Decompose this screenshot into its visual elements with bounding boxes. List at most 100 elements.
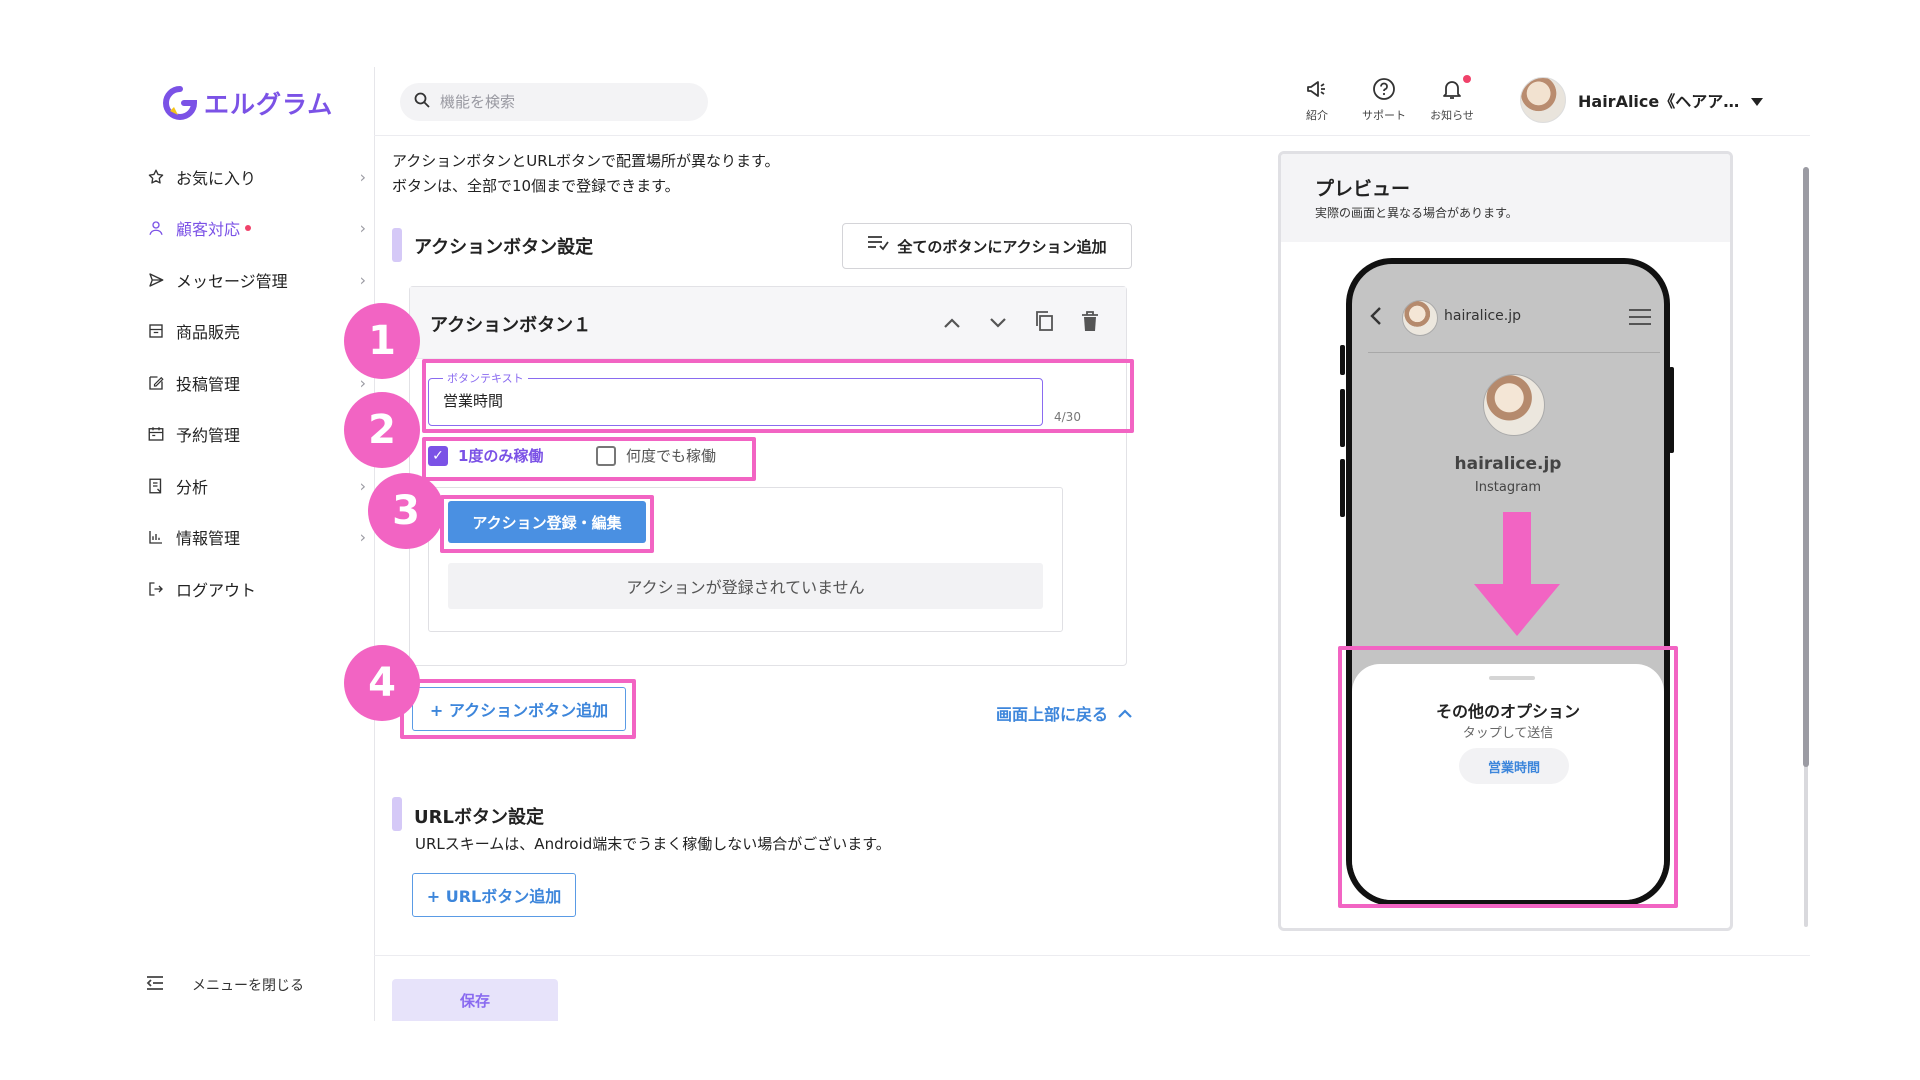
scrollbar-thumb[interactable] [1803,167,1809,767]
add-action-all-label: 全てのボタンにアクション追加 [897,237,1107,256]
card-title: アクションボタン１ [430,315,592,336]
chevron-left-icon [1370,306,1382,330]
checkbox-empty-icon [596,445,616,466]
person-icon [146,218,166,238]
brand-name: エルグラム [204,90,334,119]
search-box[interactable] [400,83,708,121]
profile-subtitle: Instagram [1474,480,1542,495]
annotation-number-4: 4 [344,645,420,721]
profile-avatar [1402,300,1438,336]
sidebar-nav: お気に入り › 顧客対応 › メッセージ管理 › 商品販売 投稿管理 › 予約管… [146,151,366,615]
search-input[interactable] [440,93,680,111]
once-label: 1度のみ稼働 [458,447,544,465]
sidebar-item-sales[interactable]: 商品販売 [146,306,366,358]
phone-button [1340,389,1345,447]
sidebar-item-label: 投稿管理 [176,374,241,394]
phone-button [1340,345,1345,375]
calendar-icon [146,424,166,444]
save-button[interactable]: 保存 [392,979,558,1021]
register-action-button[interactable]: アクション登録・編集 [448,501,646,543]
close-menu-label: メニューを閉じる [192,978,304,994]
intro-label: 紹介 [1306,109,1328,122]
chevron-up-icon [1118,704,1132,723]
sheet-grip[interactable] [1489,676,1535,680]
add-action-button[interactable]: + アクションボタン追加 [412,687,626,731]
sidebar-item-messages[interactable]: メッセージ管理 › [146,254,366,306]
back-to-top-link[interactable]: 画面上部に戻る [996,701,1132,725]
sidebar-item-analytics[interactable]: 分析 › [146,460,366,512]
always-checkbox[interactable]: 何度でも稼働 [596,445,716,466]
support-label: サポート [1362,109,1406,122]
move-up-button[interactable] [936,307,968,339]
caret-down-icon [1751,91,1764,110]
url-note: URLスキームは、Android端末でうまく稼働しない場合がございます。 [415,835,891,853]
annotation-number-2: 2 [344,392,420,468]
add-action-all-button[interactable]: 全てのボタンにアクション追加 [842,223,1132,269]
button-text-field[interactable]: ボタンテキスト [428,370,1043,426]
profile-name: hairalice.jp [1454,454,1562,474]
user-menu[interactable]: HairAlice《ヘアア… [1520,77,1764,123]
chevron-down-icon [989,314,1007,333]
preview-title: プレビュー [1315,178,1411,200]
chart-icon [146,527,166,547]
chevron-right-icon: › [359,373,366,393]
menu-collapse-icon [146,975,164,995]
action-section-title: アクションボタン設定 [414,237,594,258]
logout-icon [146,579,166,599]
sidebar-item-label: 予約管理 [176,426,241,446]
card-header: アクションボタン１ [410,287,1126,359]
profile-picture [1483,374,1545,436]
list-add-icon [867,234,890,258]
no-action-message: アクションが登録されていません [448,563,1043,609]
once-checkbox[interactable]: ✓ 1度のみ稼働 [428,445,543,466]
support-button[interactable]: サポート [1354,77,1414,123]
option-chip[interactable]: 営業時間 [1459,748,1569,784]
options-sheet: その他のオプション タップして送信 営業時間 [1352,664,1664,900]
brand-logo[interactable]: エルグラム [162,85,333,121]
intro-button[interactable]: 紹介 [1287,77,1347,123]
section-marker [392,228,402,262]
edit-icon [146,373,166,393]
sidebar-item-label: 顧客対応 [176,220,241,240]
arrow-down-icon [1474,512,1560,640]
move-down-button[interactable] [982,307,1014,339]
logo-icon [162,85,198,121]
chevron-right-icon: › [359,218,366,238]
intro-line: ボタンは、全部で10個まで登録できます。 [392,177,680,195]
notification-dot [245,225,252,232]
button-text-input[interactable] [443,391,1003,409]
delete-button[interactable] [1074,307,1106,339]
close-menu-button[interactable]: メニューを閉じる [146,975,304,995]
notifications-button[interactable]: お知らせ [1422,77,1482,123]
report-icon [146,476,166,496]
store-icon [146,321,166,341]
sidebar-item-logout[interactable]: ログアウト [146,563,366,615]
duplicate-button[interactable] [1028,307,1060,339]
app-window: エルグラム お気に入り › 顧客対応 › メッセージ管理 › 商品販売 投稿管理… [122,67,1810,1021]
add-url-button[interactable]: + URLボタン追加 [412,873,576,917]
avatar [1520,77,1566,123]
notifications-label: お知らせ [1430,109,1474,122]
sidebar-item-label: メッセージ管理 [176,271,288,291]
chevron-right-icon: › [359,167,366,187]
checkbox-checked-icon: ✓ [428,445,448,466]
section-marker [392,797,402,831]
sidebar-item-reservations[interactable]: 予約管理 [146,409,366,461]
user-name: HairAlice《ヘアア… [1578,92,1740,111]
sidebar-item-label: 分析 [176,477,209,497]
annotation-number-3: 3 [368,473,444,549]
sidebar-item-favorites[interactable]: お気に入り › [146,151,366,203]
back-to-top-label: 画面上部に戻る [996,705,1109,724]
chevron-up-icon [943,314,961,333]
preview-header: プレビュー 実際の画面と異なる場合があります。 [1281,154,1730,242]
url-section-title: URLボタン設定 [414,807,544,828]
preview-subtitle: 実際の画面と異なる場合があります。 [1315,206,1518,220]
intro-line: アクションボタンとURLボタンで配置場所が異なります。 [392,152,780,170]
sidebar-item-label: 情報管理 [176,529,241,549]
star-icon [146,167,166,187]
sidebar-item-customer[interactable]: 顧客対応 › [146,203,366,255]
sidebar-item-info[interactable]: 情報管理 › [146,512,366,564]
topbar-divider [374,135,1810,136]
sidebar-item-label: お気に入り [176,168,257,188]
sidebar-item-posts[interactable]: 投稿管理 › [146,357,366,409]
